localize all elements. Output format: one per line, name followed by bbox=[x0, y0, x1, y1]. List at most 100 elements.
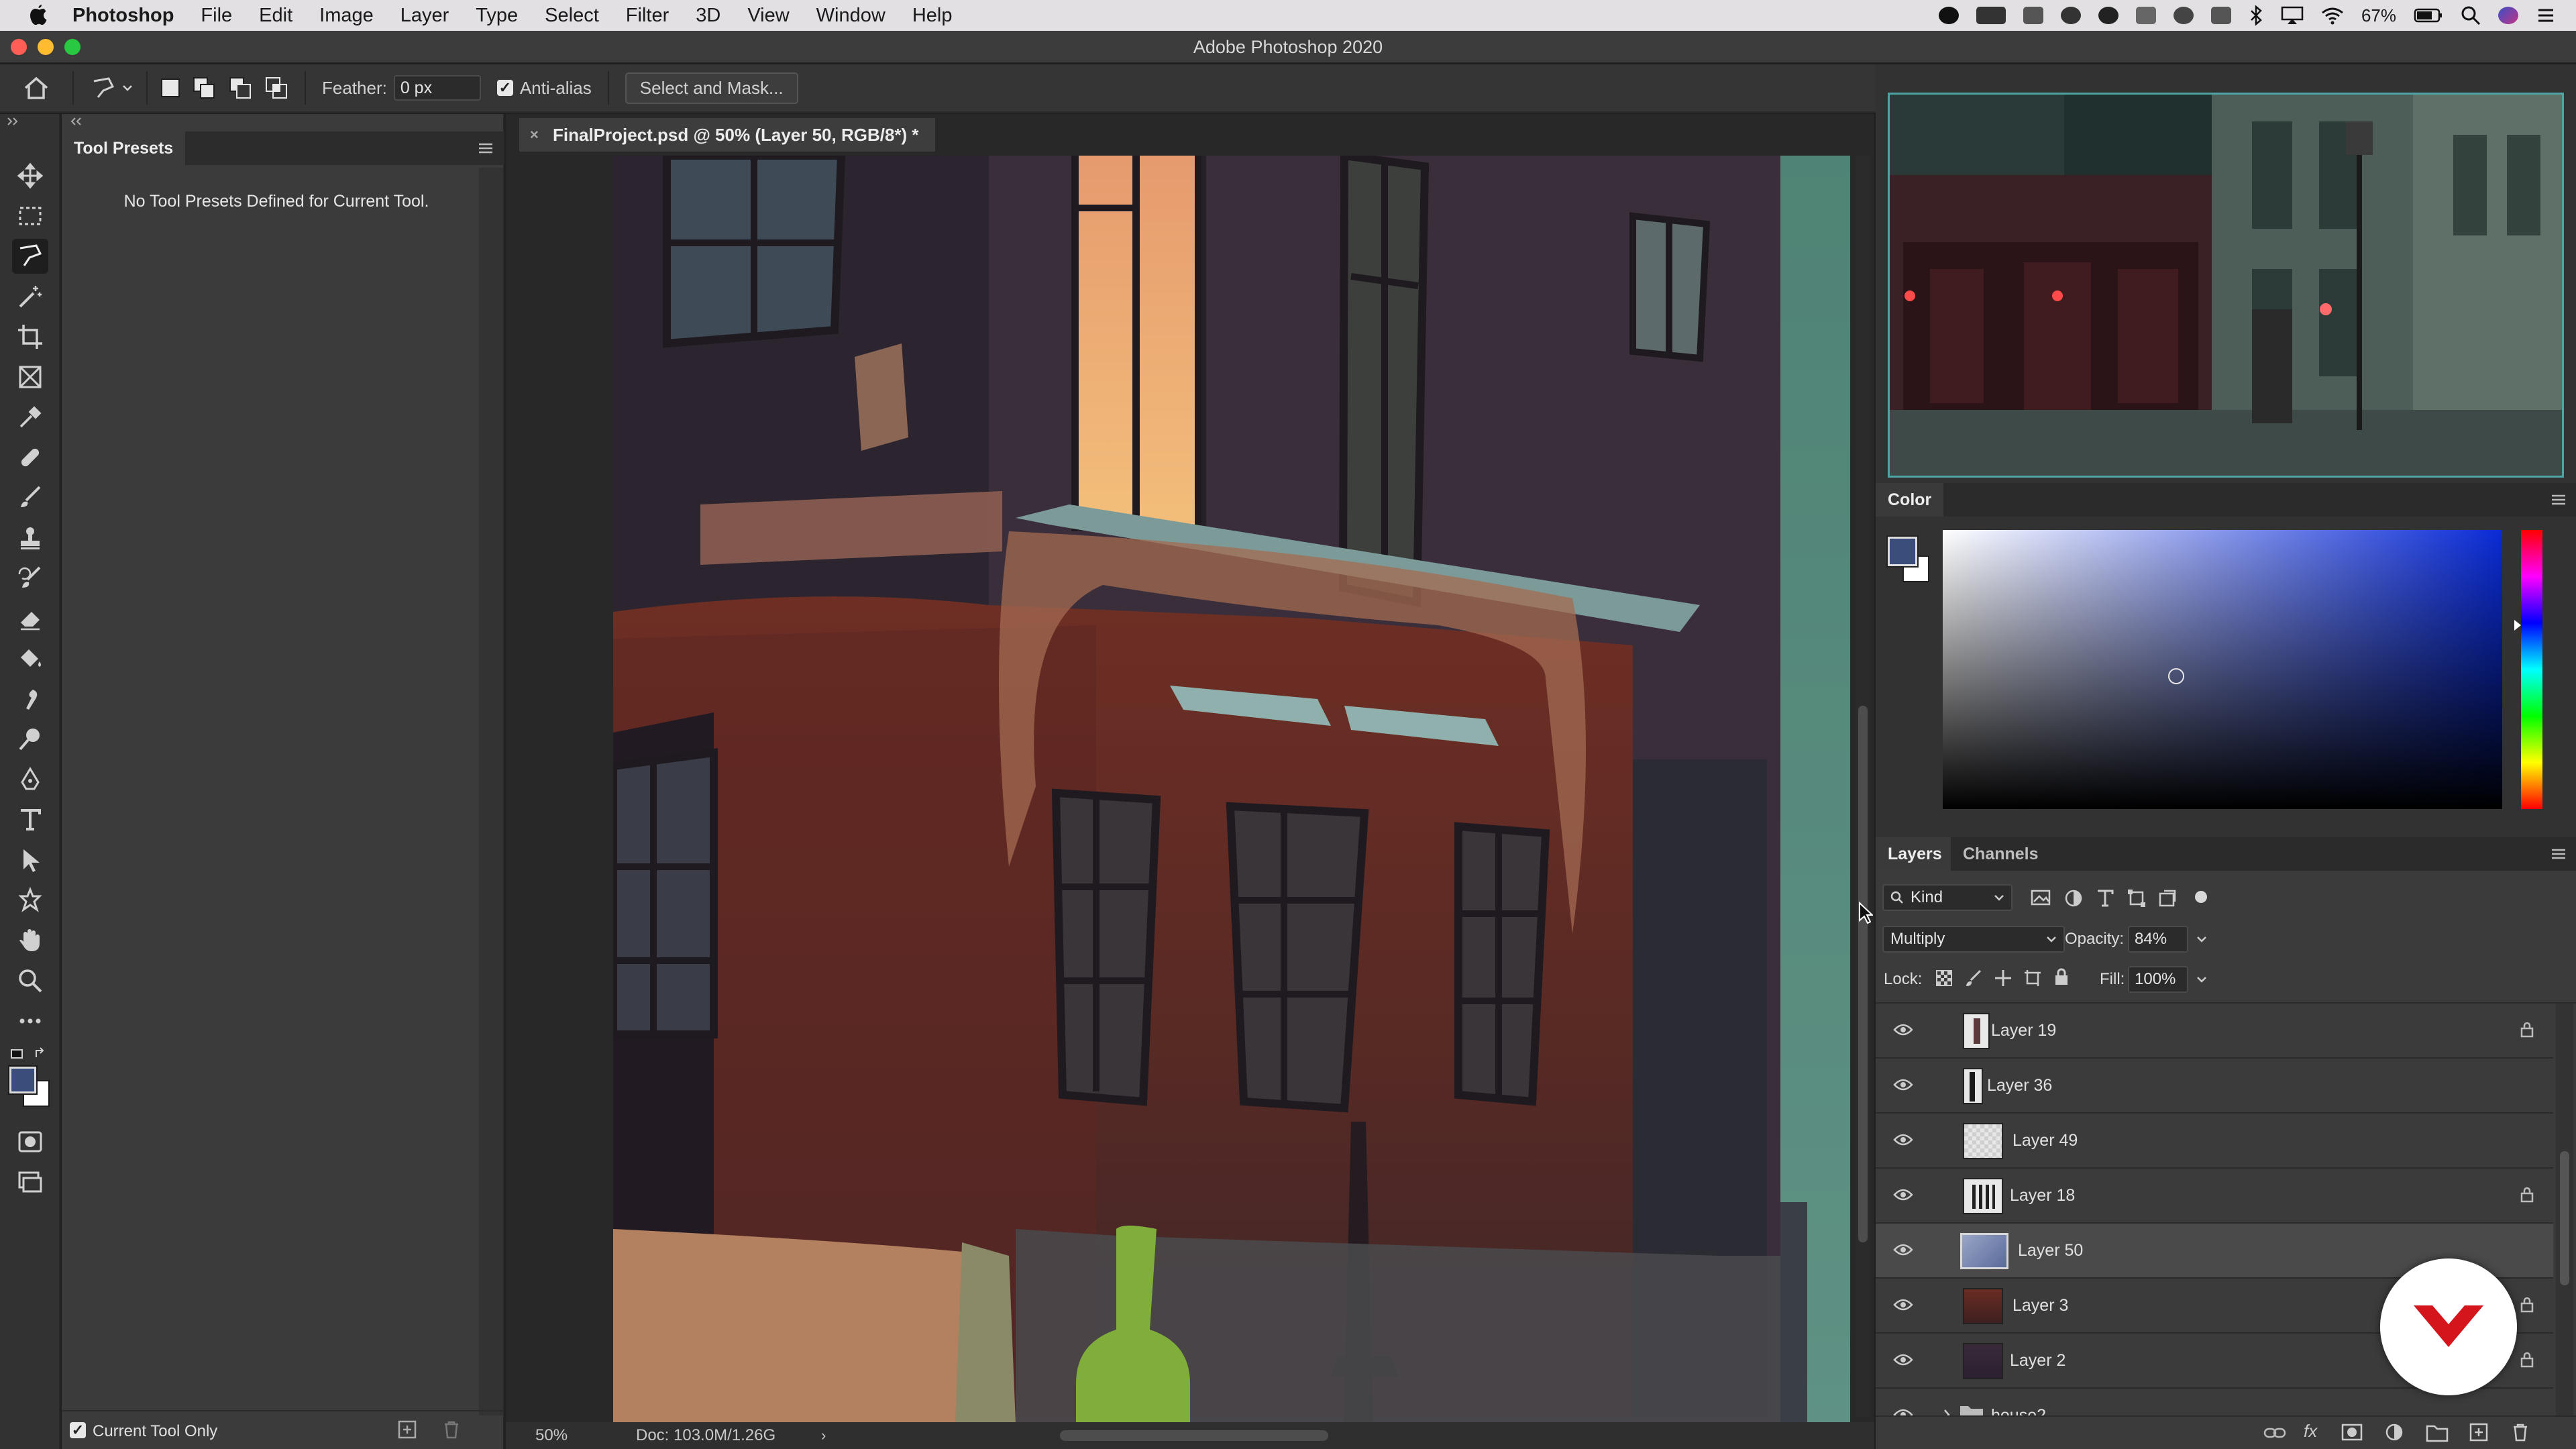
layers-scroll-thumb[interactable] bbox=[2560, 1151, 2569, 1285]
hand-tool-icon[interactable] bbox=[12, 923, 48, 958]
visibility-eye-icon[interactable] bbox=[1893, 1077, 1913, 1092]
cloud-sync-icon[interactable] bbox=[2173, 7, 2194, 24]
layer-row[interactable]: Layer 36 bbox=[1876, 1059, 2553, 1114]
eraser-tool-icon[interactable] bbox=[12, 601, 48, 636]
chevron-down-icon[interactable] bbox=[122, 84, 133, 92]
tab-color[interactable]: Color bbox=[1876, 483, 1944, 517]
menu-3d[interactable]: 3D bbox=[696, 5, 720, 27]
feather-input[interactable]: 0 px bbox=[393, 75, 481, 101]
zoom-level[interactable]: 50% bbox=[535, 1422, 568, 1449]
lock-artboard-icon[interactable] bbox=[2023, 969, 2042, 987]
color-panel-menu-icon[interactable] bbox=[2551, 494, 2567, 506]
brush-tool-icon[interactable] bbox=[12, 480, 48, 515]
quick-mask-icon[interactable] bbox=[12, 1124, 48, 1159]
lock-position-icon[interactable] bbox=[1994, 969, 2012, 987]
tab-channels[interactable]: Channels bbox=[1951, 837, 2051, 871]
filter-type-icon[interactable] bbox=[2096, 888, 2114, 908]
chevron-right-icon[interactable] bbox=[1943, 1409, 1951, 1415]
minimize-window-button[interactable] bbox=[38, 39, 54, 55]
add-mask-icon[interactable] bbox=[2341, 1422, 2363, 1442]
anti-alias-checkbox[interactable]: ✓ bbox=[496, 80, 513, 96]
visibility-eye-icon[interactable] bbox=[1893, 1407, 1913, 1415]
fill-slider-chevron-icon[interactable] bbox=[2196, 975, 2207, 983]
new-layer-icon[interactable] bbox=[2469, 1422, 2489, 1442]
swap-colors-icon[interactable] bbox=[34, 1046, 47, 1060]
visibility-eye-icon[interactable] bbox=[1893, 1297, 1913, 1312]
zoom-tool-icon[interactable] bbox=[12, 963, 48, 998]
wifi-icon[interactable] bbox=[2321, 6, 2344, 25]
layer-row[interactable]: Layer 18 bbox=[1876, 1169, 2553, 1224]
filter-kind-dropdown[interactable]: Kind bbox=[1882, 884, 2012, 911]
crop-tool-icon[interactable] bbox=[12, 319, 48, 354]
frame-tool-icon[interactable] bbox=[12, 360, 48, 394]
zoom-window-button[interactable] bbox=[64, 39, 80, 55]
vertical-scroll-thumb[interactable] bbox=[1858, 706, 1868, 1242]
history-brush-tool-icon[interactable] bbox=[12, 561, 48, 596]
polygonal-lasso-tool-icon[interactable] bbox=[12, 239, 48, 274]
vertical-scrollbar[interactable] bbox=[1856, 156, 1870, 1417]
default-colors-icon[interactable] bbox=[11, 1049, 23, 1059]
layer-style-fx-icon[interactable]: fx bbox=[2304, 1421, 2317, 1442]
menu-filter[interactable]: Filter bbox=[626, 5, 669, 27]
foreground-color-swatch[interactable] bbox=[8, 1065, 38, 1095]
layer-name[interactable]: Layer 3 bbox=[2012, 1296, 2068, 1316]
layer-row[interactable]: Layer 49 bbox=[1876, 1114, 2553, 1169]
navigator-preview[interactable] bbox=[1888, 93, 2564, 478]
pen-tool-icon[interactable] bbox=[12, 762, 48, 797]
link-layers-icon[interactable] bbox=[2263, 1424, 2286, 1442]
move-tool-icon[interactable] bbox=[12, 158, 48, 193]
menu-image[interactable]: Image bbox=[319, 5, 374, 27]
tab-tool-presets[interactable]: Tool Presets bbox=[62, 131, 187, 165]
delete-layer-icon[interactable] bbox=[2510, 1422, 2530, 1442]
hue-slider[interactable] bbox=[2514, 530, 2542, 809]
layer-name[interactable]: house2 bbox=[1991, 1406, 2046, 1415]
layers-scrollbar[interactable] bbox=[2556, 1004, 2573, 1415]
apple-icon[interactable] bbox=[27, 3, 50, 28]
layer-name[interactable]: Layer 50 bbox=[2018, 1241, 2083, 1260]
menu-window[interactable]: Window bbox=[816, 5, 885, 27]
layer-name[interactable]: Layer 36 bbox=[1987, 1076, 2052, 1095]
paint-bucket-tool-icon[interactable] bbox=[12, 641, 48, 676]
visibility-eye-icon[interactable] bbox=[1893, 1242, 1913, 1257]
more-tools-icon[interactable] bbox=[12, 1004, 48, 1038]
select-and-mask-button[interactable]: Select and Mask... bbox=[625, 72, 798, 104]
layers-panel-menu-icon[interactable] bbox=[2551, 848, 2567, 860]
menu-type[interactable]: Type bbox=[476, 5, 518, 27]
tab-layers[interactable]: Layers bbox=[1876, 837, 1954, 871]
opacity-input[interactable]: 84% bbox=[2128, 926, 2188, 953]
screen-mode-icon[interactable] bbox=[12, 1165, 48, 1199]
wd-drive-icon[interactable] bbox=[1976, 7, 2006, 24]
type-tool-icon[interactable] bbox=[12, 802, 48, 837]
blend-mode-dropdown[interactable]: Multiply bbox=[1882, 926, 2065, 953]
hue-slider-handle[interactable] bbox=[2514, 620, 2521, 631]
control-center-icon[interactable] bbox=[2536, 5, 2556, 25]
smudge-tool-icon[interactable] bbox=[12, 682, 48, 716]
collapse-panel-icon[interactable] bbox=[68, 117, 82, 126]
healing-brush-tool-icon[interactable] bbox=[12, 440, 48, 475]
close-window-button[interactable] bbox=[11, 39, 27, 55]
layer-name[interactable]: Layer 19 bbox=[1991, 1021, 2056, 1040]
eyedropper-tool-icon[interactable] bbox=[12, 400, 48, 435]
visibility-eye-icon[interactable] bbox=[1893, 1352, 1913, 1367]
menu-help[interactable]: Help bbox=[912, 5, 953, 27]
close-tab-icon[interactable]: × bbox=[530, 118, 539, 152]
path-selection-tool-icon[interactable] bbox=[12, 843, 48, 877]
filter-toggle-icon[interactable] bbox=[2195, 891, 2207, 903]
creative-cloud-icon[interactable] bbox=[2060, 7, 2081, 24]
search-icon[interactable] bbox=[2461, 5, 2481, 25]
lock-image-pixels-icon[interactable] bbox=[1964, 969, 1983, 987]
opacity-slider-chevron-icon[interactable] bbox=[2196, 935, 2207, 943]
new-preset-icon[interactable] bbox=[397, 1419, 417, 1440]
panel-menu-icon[interactable] bbox=[478, 142, 494, 154]
filter-smart-object-icon[interactable] bbox=[2157, 888, 2178, 908]
layer-name[interactable]: Layer 49 bbox=[2012, 1131, 2078, 1150]
color-picker-ring[interactable] bbox=[2168, 668, 2184, 684]
lock-transparent-pixels-icon[interactable] bbox=[1936, 970, 1952, 986]
status-info-arrow-icon[interactable]: › bbox=[821, 1422, 826, 1449]
collapse-panels-icon[interactable] bbox=[7, 117, 20, 126]
visibility-eye-icon[interactable] bbox=[1893, 1022, 1913, 1037]
calendar-icon[interactable] bbox=[2210, 7, 2231, 24]
dodge-tool-icon[interactable] bbox=[12, 722, 48, 757]
home-icon[interactable] bbox=[23, 76, 50, 100]
presets-scroll-track[interactable] bbox=[479, 168, 503, 1415]
